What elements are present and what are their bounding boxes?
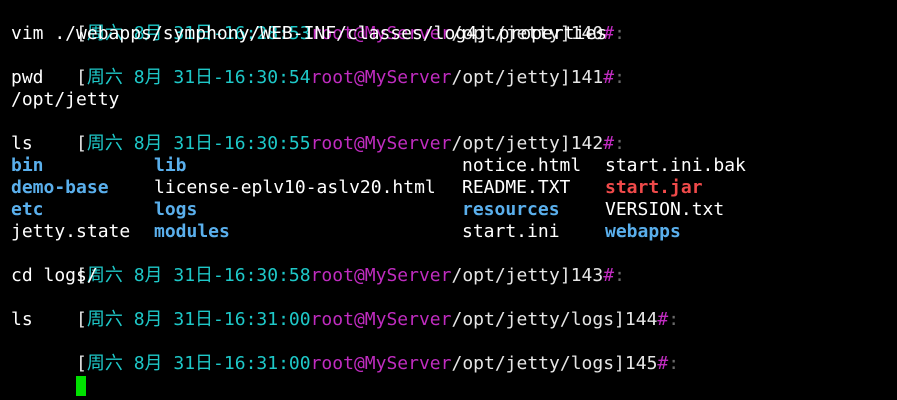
prompt-colon: : [614,133,625,154]
prompt-user-host: root@MyServer [310,133,452,154]
prompt-line: [周六 8月 31日-16:31:00root@MyServer/opt/jet… [11,287,897,330]
ls-output-row: demo-base license-eplv10-aslv20.html REA… [11,177,897,199]
prompt-history-number: 144 [624,309,658,330]
prompt-open-bracket: [ [76,133,87,154]
prompt-path: /opt/jetty/logs [451,353,615,374]
ls-entry-file: VERSION.txt [605,199,725,220]
prompt-line: [周六 8月 31日-16:30:54root@MyServer/opt/jet… [11,45,897,88]
prompt-path: /opt/jetty [451,265,560,286]
ls-output-row: bin lib notice.html start.ini.bak [11,155,897,177]
prompt-line: [周六 8月 31日-16:30:58root@MyServer/opt/jet… [11,243,897,286]
ls-entry-directory: modules [154,221,230,242]
ls-entry-directory: logs [154,199,198,220]
prompt-open-bracket: [ [76,353,87,374]
prompt-line: [周六 8月 31日-16:31:00root@MyServer/opt/jet… [11,331,897,374]
ls-entry-file: start.ini [462,221,560,242]
prompt-close-bracket: ] [614,309,625,330]
ls-entry-directory: bin [11,155,44,176]
ls-entry-directory: webapps [605,221,681,242]
command-output: /opt/jetty [11,89,120,110]
prompt-history-number: 143 [570,265,604,286]
ls-entry-file: start.ini.bak [605,155,746,176]
prompt-line: [周六 8月 31日-16:28:53root@MyServer/opt/jet… [11,1,897,44]
prompt-colon: : [614,23,625,44]
ls-entry-file: jetty.state [11,221,131,242]
ls-entry-directory: demo-base [11,177,109,198]
prompt-datetime: 周六 8月 31日-16:30:58 [86,265,311,286]
prompt-datetime: 周六 8月 31日-16:31:00 [86,309,311,330]
prompt-colon: : [668,309,680,330]
ls-entry-directory: resources [462,199,560,220]
prompt-hash: # [603,265,615,286]
prompt-close-bracket: ] [559,133,571,154]
prompt-history-number: 141 [570,67,604,88]
prompt-datetime: 周六 8月 31日-16:31:00 [86,353,311,374]
ls-output-row: jetty.state modules start.ini webapps [11,221,897,243]
prompt-user-host: root@MyServer [310,309,452,330]
ls-entry-directory: etc [11,199,44,220]
prompt-open-bracket: [ [76,309,87,330]
prompt-path: /opt/jetty/logs [451,309,615,330]
ls-entry-file: README.TXT [462,177,571,198]
ls-entry-file: notice.html [462,155,582,176]
prompt-colon: : [614,265,625,286]
prompt-path: /opt/jetty [451,133,560,154]
prompt-open-bracket: [ [76,67,87,88]
ls-output-row: etc logs resources VERSION.txt [11,199,897,221]
prompt-hash: # [657,309,669,330]
prompt-user-host: root@MyServer [310,67,452,88]
prompt-hash: # [603,133,615,154]
prompt-close-bracket: ] [559,67,571,88]
prompt-datetime: 周六 8月 31日-16:30:55 [86,133,311,154]
prompt-datetime: 周六 8月 31日-16:30:54 [86,67,311,88]
prompt-close-bracket: ] [559,265,571,286]
terminal-window[interactable]: [周六 8月 31日-16:28:53root@MyServer/opt/jet… [0,0,897,400]
prompt-colon: : [614,67,625,88]
text-cursor[interactable] [76,376,87,396]
prompt-history-number: 142 [570,133,604,154]
ls-entry-directory: lib [154,155,187,176]
command-line: vim ./webapps/symphony/WEB-INF/classes/l… [11,23,608,44]
prompt-hash: # [603,67,615,88]
prompt-close-bracket: ] [614,353,625,374]
ls-entry-file: license-eplv10-aslv20.html [154,177,436,198]
ls-entry-archive: start.jar [605,177,703,198]
prompt-hash: # [657,353,669,374]
prompt-user-host: root@MyServer [310,265,452,286]
prompt-user-host: root@MyServer [310,353,452,374]
prompt-history-number: 145 [624,353,658,374]
prompt-line: [周六 8月 31日-16:30:55root@MyServer/opt/jet… [11,111,897,154]
prompt-path: /opt/jetty [451,67,560,88]
prompt-colon: : [668,353,680,374]
terminal-scrollback: [周六 8月 31日-16:28:53root@MyServer/opt/jet… [11,0,897,396]
